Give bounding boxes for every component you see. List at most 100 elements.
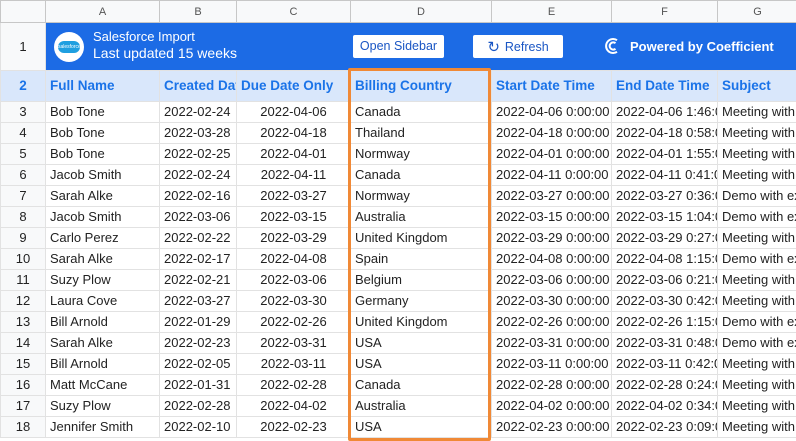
header-start-date-time[interactable]: Start Date Time: [492, 71, 612, 102]
cell-full-name[interactable]: Jennifer Smith: [46, 417, 160, 438]
row-header[interactable]: 10: [1, 249, 46, 270]
row-header[interactable]: 18: [1, 417, 46, 438]
cell-billing-country[interactable]: USA: [351, 333, 492, 354]
cell-start-date-time[interactable]: 2022-02-26 0:00:00: [492, 312, 612, 333]
row-header[interactable]: 17: [1, 396, 46, 417]
cell-due-date[interactable]: 2022-03-29: [237, 228, 351, 249]
row-header[interactable]: 12: [1, 291, 46, 312]
cell-start-date-time[interactable]: 2022-03-29 0:00:00: [492, 228, 612, 249]
cell-start-date-time[interactable]: 2022-04-06 0:00:00: [492, 102, 612, 123]
cell-subject[interactable]: Meeting with: [718, 375, 796, 396]
cell-due-date[interactable]: 2022-03-27: [237, 186, 351, 207]
cell-full-name[interactable]: Bob Tone: [46, 123, 160, 144]
cell-created-date[interactable]: 2022-03-28: [160, 123, 237, 144]
cell-billing-country[interactable]: Normway: [351, 144, 492, 165]
cell-created-date[interactable]: 2022-02-25: [160, 144, 237, 165]
cell-start-date-time[interactable]: 2022-03-30 0:00:00: [492, 291, 612, 312]
cell-end-date-time[interactable]: 2022-03-06 0:21:0: [612, 270, 718, 291]
cell-billing-country[interactable]: Germany: [351, 291, 492, 312]
cell-subject[interactable]: Meeting with: [718, 123, 796, 144]
cell-billing-country[interactable]: Australia: [351, 207, 492, 228]
header-subject[interactable]: Subject: [718, 71, 796, 102]
column-header-e[interactable]: E: [492, 1, 612, 23]
cell-end-date-time[interactable]: 2022-03-11 0:42:0: [612, 354, 718, 375]
cell-full-name[interactable]: Suzy Plow: [46, 270, 160, 291]
row-header[interactable]: 11: [1, 270, 46, 291]
cell-due-date[interactable]: 2022-04-08: [237, 249, 351, 270]
cell-billing-country[interactable]: Belgium: [351, 270, 492, 291]
cell-due-date[interactable]: 2022-04-06: [237, 102, 351, 123]
cell-subject[interactable]: Demo with ex: [718, 249, 796, 270]
row-header[interactable]: 15: [1, 354, 46, 375]
cell-start-date-time[interactable]: 2022-02-23 0:00:00: [492, 417, 612, 438]
cell-end-date-time[interactable]: 2022-02-26 1:15:0: [612, 312, 718, 333]
cell-subject[interactable]: Meeting with: [718, 102, 796, 123]
cell-billing-country[interactable]: Australia: [351, 396, 492, 417]
cell-full-name[interactable]: Bob Tone: [46, 144, 160, 165]
row-header[interactable]: 6: [1, 165, 46, 186]
cell-due-date[interactable]: 2022-04-02: [237, 396, 351, 417]
row-header[interactable]: 14: [1, 333, 46, 354]
cell-subject[interactable]: Meeting with: [718, 417, 796, 438]
column-header-g[interactable]: G: [718, 1, 796, 23]
cell-billing-country[interactable]: Normway: [351, 186, 492, 207]
cell-full-name[interactable]: Bill Arnold: [46, 312, 160, 333]
column-header-d[interactable]: D: [351, 1, 492, 23]
header-due-date-only[interactable]: Due Date Only: [237, 71, 351, 102]
cell-created-date[interactable]: 2022-02-22: [160, 228, 237, 249]
cell-full-name[interactable]: Jacob Smith: [46, 165, 160, 186]
cell-due-date[interactable]: 2022-02-23: [237, 417, 351, 438]
cell-full-name[interactable]: Jacob Smith: [46, 207, 160, 228]
cell-subject[interactable]: Demo with ex: [718, 333, 796, 354]
cell-due-date[interactable]: 2022-02-28: [237, 375, 351, 396]
cell-end-date-time[interactable]: 2022-04-18 0:58:0: [612, 123, 718, 144]
cell-subject[interactable]: Meeting with: [718, 144, 796, 165]
cell-full-name[interactable]: Sarah Alke: [46, 333, 160, 354]
cell-billing-country[interactable]: Thailand: [351, 123, 492, 144]
cell-subject[interactable]: Demo with ex: [718, 207, 796, 228]
column-header-b[interactable]: B: [160, 1, 237, 23]
cell-full-name[interactable]: Sarah Alke: [46, 249, 160, 270]
select-all-corner[interactable]: [1, 1, 46, 23]
column-header-a[interactable]: A: [46, 1, 160, 23]
cell-due-date[interactable]: 2022-03-30: [237, 291, 351, 312]
cell-full-name[interactable]: Suzy Plow: [46, 396, 160, 417]
cell-billing-country[interactable]: Canada: [351, 375, 492, 396]
cell-created-date[interactable]: 2022-02-17: [160, 249, 237, 270]
cell-due-date[interactable]: 2022-03-06: [237, 270, 351, 291]
row-header[interactable]: 4: [1, 123, 46, 144]
open-sidebar-button[interactable]: Open Sidebar: [353, 35, 444, 58]
row-header[interactable]: 7: [1, 186, 46, 207]
cell-start-date-time[interactable]: 2022-03-06 0:00:00: [492, 270, 612, 291]
cell-start-date-time[interactable]: 2022-03-31 0:00:00: [492, 333, 612, 354]
cell-due-date[interactable]: 2022-03-31: [237, 333, 351, 354]
refresh-button[interactable]: ↻Refresh: [473, 35, 563, 58]
cell-due-date[interactable]: 2022-03-15: [237, 207, 351, 228]
row-header[interactable]: 2: [1, 71, 46, 102]
cell-created-date[interactable]: 2022-02-21: [160, 270, 237, 291]
header-full-name[interactable]: Full Name: [46, 71, 160, 102]
cell-subject[interactable]: Meeting with: [718, 354, 796, 375]
cell-full-name[interactable]: Bill Arnold: [46, 354, 160, 375]
cell-created-date[interactable]: 2022-01-31: [160, 375, 237, 396]
cell-billing-country[interactable]: USA: [351, 417, 492, 438]
cell-start-date-time[interactable]: 2022-04-08 0:00:00: [492, 249, 612, 270]
cell-start-date-time[interactable]: 2022-03-27 0:00:00: [492, 186, 612, 207]
cell-created-date[interactable]: 2022-03-27: [160, 291, 237, 312]
cell-created-date[interactable]: 2022-02-05: [160, 354, 237, 375]
cell-end-date-time[interactable]: 2022-04-08 1:15:0: [612, 249, 718, 270]
cell-created-date[interactable]: 2022-02-16: [160, 186, 237, 207]
cell-end-date-time[interactable]: 2022-02-23 0:09:0: [612, 417, 718, 438]
cell-end-date-time[interactable]: 2022-03-27 0:36:0: [612, 186, 718, 207]
row-header[interactable]: 3: [1, 102, 46, 123]
cell-due-date[interactable]: 2022-04-18: [237, 123, 351, 144]
row-header[interactable]: 9: [1, 228, 46, 249]
cell-end-date-time[interactable]: 2022-03-15 1:04:0: [612, 207, 718, 228]
cell-end-date-time[interactable]: 2022-04-01 1:55:0: [612, 144, 718, 165]
cell-end-date-time[interactable]: 2022-02-28 0:24:0: [612, 375, 718, 396]
row-header[interactable]: 5: [1, 144, 46, 165]
cell-due-date[interactable]: 2022-03-11: [237, 354, 351, 375]
header-end-date-time[interactable]: End Date Time: [612, 71, 718, 102]
cell-full-name[interactable]: Laura Cove: [46, 291, 160, 312]
column-header-c[interactable]: C: [237, 1, 351, 23]
